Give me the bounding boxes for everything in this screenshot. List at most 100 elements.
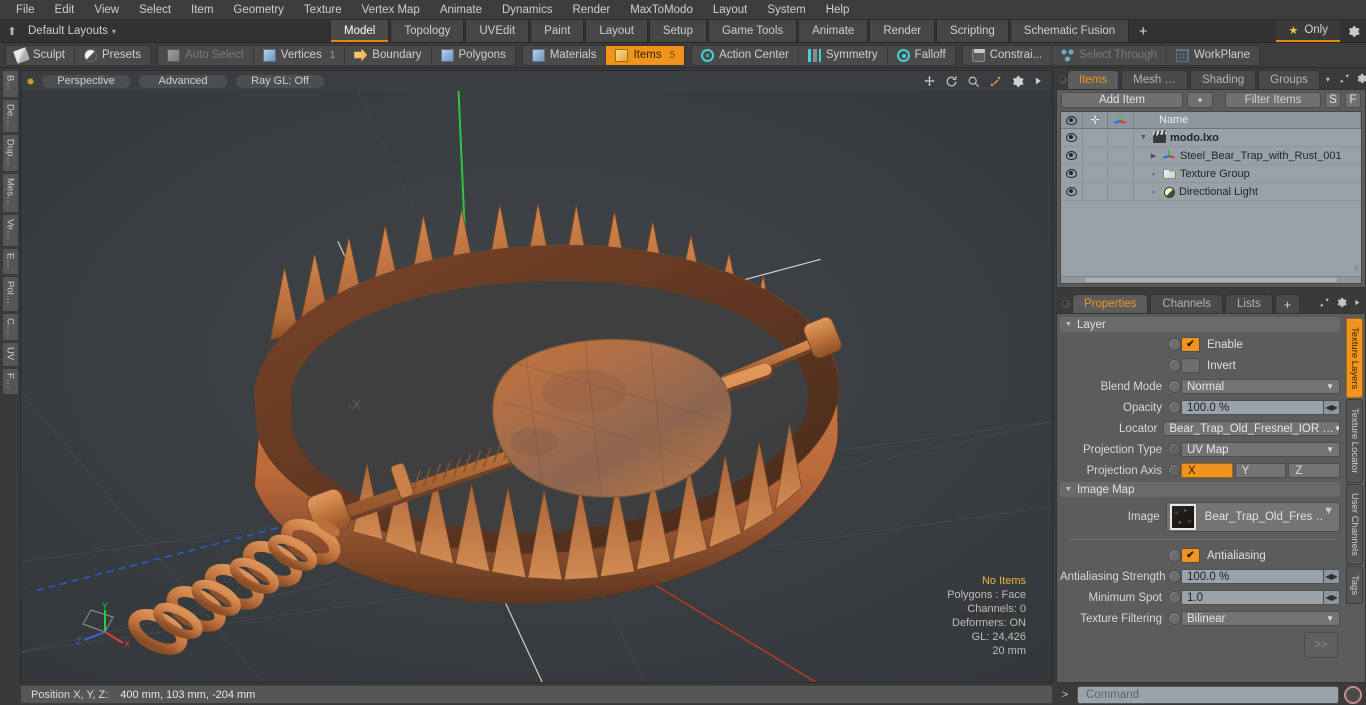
tab-model[interactable]: Model [330,20,390,42]
projection-type-select[interactable]: UV Map ▼ [1181,442,1340,457]
row-lock-cell[interactable] [1083,165,1108,182]
left-tab-3[interactable]: Mes… [1,173,19,213]
locator-select[interactable]: Bear_Trap_Old_Fresnel_IOR … ▼ [1163,421,1340,436]
default-layouts-label[interactable]: Default Layouts [24,25,108,37]
table-row[interactable]: ▪ Directional Light [1061,183,1361,201]
expand-icon[interactable] [1319,297,1330,311]
axis-option-y[interactable]: Y [1234,463,1287,478]
chevron-down-icon[interactable]: ▾ [112,27,116,36]
tab-topology[interactable]: Topology [390,20,465,42]
row-axis-cell[interactable] [1108,147,1134,164]
play-icon[interactable] [1033,75,1043,87]
item-list-empty-space[interactable] [1061,201,1361,276]
aa-strength-knob[interactable] [1168,570,1181,583]
row-axis-cell[interactable] [1108,183,1134,200]
tab-scripting[interactable]: Scripting [936,20,1009,42]
side-tab-texture-locator[interactable]: Texture Locator [1346,399,1363,483]
gear-icon[interactable] [1011,75,1024,88]
texture-filtering-select[interactable]: Bilinear ▼ [1181,611,1340,626]
layout-selector[interactable]: ⬆ Default Layouts ▾ [0,20,330,42]
boundary-button[interactable]: Boundary [345,45,432,65]
minimum-spot-input[interactable]: 1.0 [1181,590,1324,605]
menu-maxtomodo[interactable]: MaxToModo [620,0,703,20]
presets-button[interactable]: Presets [75,46,150,65]
left-tab-0[interactable]: B… [1,70,19,98]
antialiasing-knob[interactable] [1168,549,1181,562]
auto-select-button[interactable]: Auto Select [158,45,254,65]
menu-layout[interactable]: Layout [703,0,758,20]
viewport-scene[interactable]: -X No Items Polygons : Face Channels: 0 … [21,80,1052,682]
vertices-button[interactable]: Vertices 1 [254,45,346,65]
panel-menu-knob[interactable] [1059,294,1072,313]
side-tab-user-channels[interactable]: User Channels [1346,483,1363,565]
tab-render[interactable]: Render [869,20,936,42]
menu-system[interactable]: System [757,0,815,20]
horizontal-scrollbar[interactable] [1061,276,1361,283]
axis-gizmo[interactable]: Y X Z [71,600,133,652]
tab-setup[interactable]: Setup [648,20,707,42]
section-header-layer[interactable]: ▼ Layer [1060,317,1340,332]
minimum-spot-knob[interactable] [1168,591,1181,604]
constrain-button[interactable]: Constrai... [963,45,1053,65]
axis-option-x[interactable]: X [1181,463,1233,478]
table-row[interactable]: ▪ Texture Group [1061,165,1361,183]
row-visibility-toggle[interactable] [1061,183,1083,200]
polygons-button[interactable]: Polygons [432,46,515,65]
left-tab-4[interactable]: Ve… [1,213,19,247]
only-toggle-button[interactable]: ★ Only [1276,20,1340,42]
menu-help[interactable]: Help [816,0,860,20]
enable-checkbox[interactable]: ✔ [1181,337,1200,352]
row-name-cell[interactable]: ▼ modo.lxo [1134,129,1361,146]
maximize-icon[interactable] [989,75,1002,88]
command-input[interactable]: Command [1077,685,1339,704]
side-tab-texture-layers[interactable]: Texture Layers [1346,318,1363,399]
left-tab-9[interactable]: F… [1,368,19,396]
menu-geometry[interactable]: Geometry [223,0,294,20]
tab-mesh[interactable]: Mesh … [1121,70,1188,89]
row-visibility-toggle[interactable] [1061,147,1083,164]
table-row[interactable]: ▼ modo.lxo [1061,129,1361,147]
filter-s-button[interactable]: S [1325,92,1341,108]
row-lock-cell[interactable] [1083,183,1108,200]
enable-knob[interactable] [1168,338,1181,351]
tab-uvedit[interactable]: UVEdit [465,20,530,42]
viewport-perspective-button[interactable]: Perspective [41,73,131,89]
rotate-icon[interactable] [945,75,958,88]
tab-lists[interactable]: Lists [1225,294,1273,313]
filter-f-button[interactable]: F [1345,92,1361,108]
chevron-down-icon[interactable]: ▾ [1322,70,1334,89]
tab-schematic-fusion[interactable]: Schematic Fusion [1009,20,1130,42]
tab-game-tools[interactable]: Game Tools [707,20,798,42]
filter-items-input[interactable]: Filter Items [1225,92,1321,108]
add-tab-button[interactable]: + [1130,20,1156,42]
row-name-cell[interactable]: ▶ Steel_Bear_Trap_with_Rust_001 [1134,147,1361,164]
section-header-image-map[interactable]: ▼ Image Map [1060,482,1340,497]
row-name-cell[interactable]: ▪ Texture Group [1134,165,1361,182]
menu-edit[interactable]: Edit [45,0,85,20]
expand-icon[interactable] [1339,73,1350,87]
minimum-spot-stepper[interactable]: ◀▶ [1324,590,1340,605]
item-tree-list[interactable]: ✛ Name ▼ modo.lxo ▶ Steel_Bear_Trap_with… [1060,111,1362,284]
tab-channels[interactable]: Channels [1150,294,1224,313]
3d-viewport[interactable]: Perspective Advanced Ray GL: Off -X No I… [20,70,1053,683]
panel-menu-knob[interactable] [1059,70,1067,89]
add-item-dropdown[interactable]: ▾ [1187,92,1213,108]
row-lock-cell[interactable] [1083,147,1108,164]
antialiasing-checkbox[interactable]: ✔ [1181,548,1200,563]
viewport-menu-dot-icon[interactable] [27,77,34,85]
sculpt-button[interactable]: Sculpt [6,45,75,65]
record-icon[interactable] [1344,685,1362,704]
row-visibility-toggle[interactable] [1061,165,1083,182]
left-tab-1[interactable]: De… [1,98,19,133]
table-row[interactable]: ▶ Steel_Bear_Trap_with_Rust_001 [1061,147,1361,165]
zoom-icon[interactable] [967,75,980,88]
falloff-button[interactable]: Falloff [888,46,955,65]
image-selector[interactable]: Bear_Trap_Old_Fres … ▼ [1165,502,1340,532]
invert-checkbox[interactable]: ✔ [1181,358,1200,373]
gear-icon[interactable] [1336,297,1347,311]
menu-view[interactable]: View [84,0,129,20]
tab-layout[interactable]: Layout [585,20,648,42]
tab-paint[interactable]: Paint [530,20,585,42]
menu-vertex-map[interactable]: Vertex Map [352,0,430,20]
workplane-button[interactable]: WorkPlane [1167,46,1259,65]
